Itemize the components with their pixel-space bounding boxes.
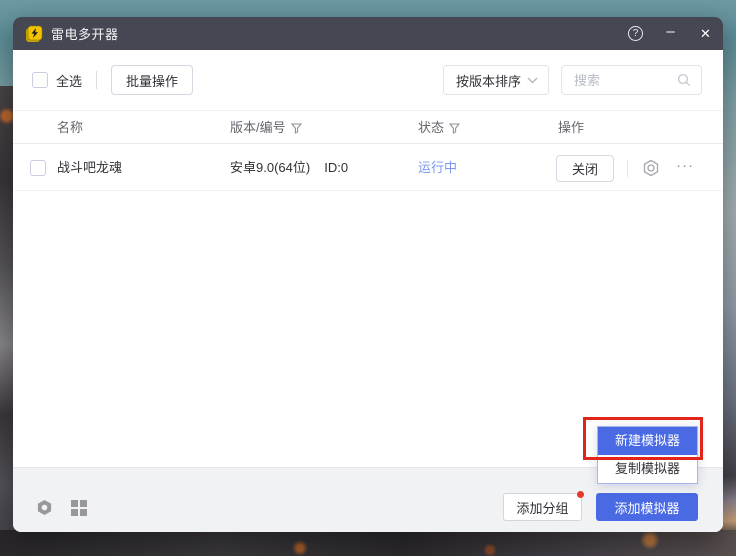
row-checkbox[interactable] — [30, 160, 46, 176]
add-emulator-button[interactable]: 添加模拟器 — [596, 493, 698, 521]
column-header-operations: 操作 — [558, 111, 584, 145]
emulator-id: ID:0 — [324, 160, 348, 175]
search-input[interactable] — [566, 73, 677, 88]
row-divider — [627, 160, 628, 177]
help-button[interactable]: ? — [618, 17, 653, 50]
chevron-down-icon — [527, 77, 538, 84]
notification-dot — [577, 491, 584, 498]
settings-nut-icon[interactable] — [642, 159, 660, 177]
app-logo-icon — [25, 25, 43, 43]
toolbar: 全选 批量操作 按版本排序 — [13, 50, 723, 110]
toolbar-divider — [96, 71, 97, 89]
filter-funnel-icon[interactable] — [449, 123, 460, 134]
column-header-operations-label: 操作 — [558, 111, 584, 145]
emulator-version: 安卓9.0(64位) — [230, 160, 310, 175]
menu-item-new-emulator[interactable]: 新建模拟器 — [598, 427, 697, 455]
close-icon: ✕ — [700, 26, 711, 42]
settings-icon[interactable] — [36, 499, 53, 516]
add-group-label: 添加分组 — [516, 498, 568, 517]
add-group-button[interactable]: 添加分组 — [503, 493, 582, 521]
grid-view-icon[interactable] — [71, 500, 87, 516]
filter-funnel-icon[interactable] — [291, 123, 302, 134]
sort-dropdown[interactable]: 按版本排序 — [443, 65, 549, 95]
add-emulator-popup-menu: 新建模拟器 复制模拟器 — [597, 426, 698, 484]
column-header-status-label: 状态 — [418, 111, 444, 145]
column-header-status: 状态 — [418, 111, 460, 145]
emulator-version-cell: 安卓9.0(64位) ID:0 — [230, 145, 348, 191]
status-badge: 运行中 — [418, 145, 457, 191]
emulator-name: 战斗吧龙魂 — [57, 145, 122, 191]
wallpaper-right-peak — [722, 476, 736, 536]
select-all-checkbox[interactable] — [32, 72, 48, 88]
menu-item-copy-emulator[interactable]: 复制模拟器 — [598, 455, 697, 483]
wallpaper-bottom-rocks — [0, 530, 736, 556]
column-header-version-label: 版本/编号 — [230, 111, 286, 145]
table-row[interactable]: 战斗吧龙魂 安卓9.0(64位) ID:0 运行中 关闭 ··· — [13, 145, 723, 191]
sort-dropdown-value: 按版本排序 — [456, 71, 527, 90]
app-window: 雷电多开器 ? – ✕ 全选 批量操作 按版本排序 — [13, 17, 723, 532]
search-box — [561, 65, 702, 95]
table-header: 名称 版本/编号 状态 操作 — [13, 110, 723, 144]
minimize-icon: – — [666, 24, 674, 39]
batch-operations-button[interactable]: 批量操作 — [111, 65, 193, 95]
stop-emulator-button[interactable]: 关闭 — [556, 155, 614, 182]
minimize-button[interactable]: – — [653, 17, 688, 50]
column-header-name-label: 名称 — [57, 111, 83, 145]
column-header-version: 版本/编号 — [230, 111, 302, 145]
close-button[interactable]: ✕ — [688, 17, 723, 50]
search-icon — [677, 73, 691, 87]
titlebar[interactable]: 雷电多开器 ? – ✕ — [13, 17, 723, 50]
more-options-icon[interactable]: ··· — [671, 145, 699, 191]
column-header-name: 名称 — [57, 111, 83, 145]
window-controls: ? – ✕ — [618, 17, 723, 50]
help-icon: ? — [628, 26, 643, 41]
select-all-label: 全选 — [56, 71, 82, 90]
window-title: 雷电多开器 — [51, 24, 119, 43]
